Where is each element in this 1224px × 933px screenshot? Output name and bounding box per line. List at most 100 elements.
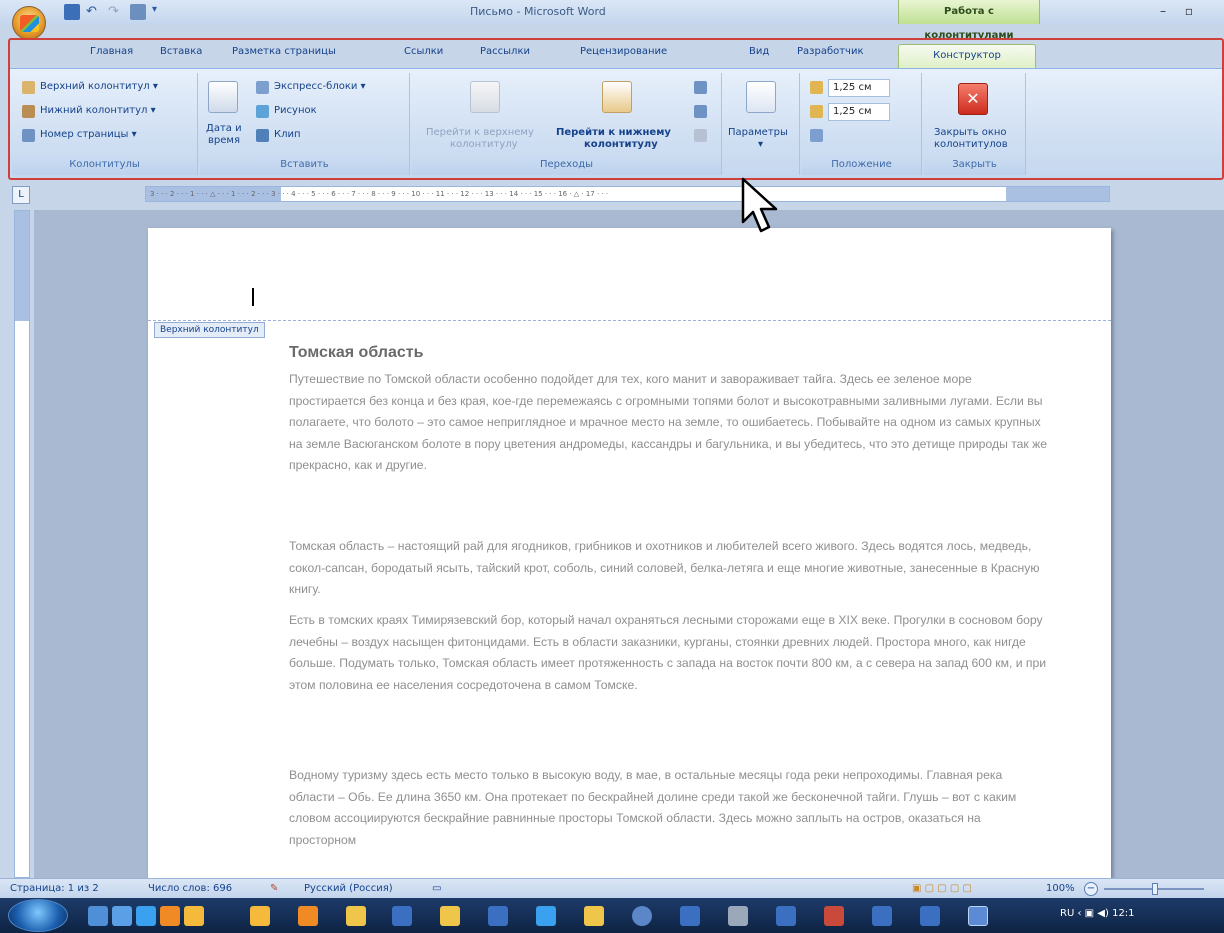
tray-expand-icon[interactable]: ‹: [1077, 908, 1084, 919]
language-indicator[interactable]: Русский (Россия): [304, 883, 393, 894]
tab-view[interactable]: Вид: [749, 46, 769, 57]
vertical-ruler-top-margin: [15, 211, 29, 321]
link-to-previous-icon[interactable]: [694, 129, 707, 142]
date-time-line1[interactable]: Дата и: [206, 123, 242, 134]
language-tray[interactable]: RU: [1060, 908, 1074, 919]
picture-button[interactable]: Рисунок: [274, 105, 317, 116]
close-header-footer-line2[interactable]: колонтитулов: [934, 139, 1008, 150]
tab-design[interactable]: Конструктор: [898, 44, 1036, 68]
text-cursor: [252, 288, 254, 306]
zoom-slider-thumb[interactable]: [1152, 883, 1158, 895]
paragraph-1: Путешествие по Томской области особенно …: [289, 372, 1048, 473]
volume-icon[interactable]: ◀): [1097, 908, 1109, 919]
taskbar-word-6[interactable]: [872, 906, 892, 926]
undo-icon[interactable]: ↶: [86, 4, 102, 20]
taskbar-app-1[interactable]: [250, 906, 270, 926]
context-tab-header-footer-tools: Работа с колонтитулами: [898, 0, 1040, 41]
macro-record-icon[interactable]: ▭: [432, 883, 441, 894]
taskbar-word-7[interactable]: [920, 906, 940, 926]
goto-header-line1[interactable]: Перейти к верхнему: [426, 127, 534, 138]
start-button[interactable]: [8, 899, 68, 932]
header-button[interactable]: Верхний колонтитул ▾: [40, 81, 158, 92]
tab-insert[interactable]: Вставка: [160, 46, 202, 57]
outlook-icon[interactable]: [184, 906, 204, 926]
goto-header-line2[interactable]: колонтитулу: [450, 139, 518, 150]
paragraph-3: Есть в томских краях Тимирязевский бор, …: [289, 613, 1047, 692]
clip-art-button[interactable]: Клип: [274, 129, 301, 140]
redo-icon[interactable]: ↷: [108, 4, 124, 20]
tab-selector-button[interactable]: L: [12, 186, 30, 204]
taskbar-ie[interactable]: [536, 906, 556, 926]
office-button[interactable]: [12, 6, 46, 40]
zoom-level[interactable]: 100%: [1046, 883, 1075, 894]
tab-page-layout[interactable]: Разметка страницы: [232, 46, 336, 57]
tab-references[interactable]: Ссылки: [404, 46, 443, 57]
qat-customize-icon[interactable]: ▾: [152, 4, 168, 20]
footer-icon: [22, 105, 35, 118]
print-icon[interactable]: [130, 4, 146, 20]
close-header-footer-line1[interactable]: Закрыть окно: [934, 127, 1007, 138]
header-from-top-input[interactable]: 1,25 см: [828, 79, 890, 97]
vertical-ruler[interactable]: [14, 210, 30, 878]
ie-icon[interactable]: [136, 906, 156, 926]
paragraph-4: Водному туризму здесь есть место только …: [289, 768, 1017, 847]
view-buttons[interactable]: ▣ ▢ ▢ ▢ ▢: [912, 883, 972, 894]
maximize-button[interactable]: ▫: [1178, 4, 1200, 20]
group-navigation: Перейти к верхнему колонтитулу Перейти к…: [412, 73, 722, 175]
taskbar-app-2[interactable]: [298, 906, 318, 926]
taskbar-app-3[interactable]: [728, 906, 748, 926]
spelling-icon[interactable]: ✎: [270, 883, 278, 894]
page-count[interactable]: Страница: 1 из 2: [10, 883, 99, 894]
word-count[interactable]: Число слов: 696: [148, 883, 232, 894]
system-tray: RU ‹ ▣ ◀) 12:1: [1060, 908, 1135, 919]
minimize-button[interactable]: –: [1152, 4, 1174, 20]
header-label: Верхний колонтитул: [154, 322, 265, 338]
taskbar-word-4[interactable]: [776, 906, 796, 926]
taskbar-word-2[interactable]: [488, 906, 508, 926]
previous-section-icon[interactable]: [694, 81, 707, 94]
title-bar: ↶ ↷ ▾ Письмо - Microsoft Word Работа с к…: [0, 0, 1224, 41]
media-icon[interactable]: [160, 906, 180, 926]
next-section-icon[interactable]: [694, 105, 707, 118]
tab-mailings[interactable]: Рассылки: [480, 46, 530, 57]
insert-alignment-tab-icon[interactable]: [810, 129, 823, 142]
horizontal-ruler[interactable]: 3 · · · 2 · · · 1 · · · △ · · · 1 · · · …: [145, 186, 1110, 202]
paragraph-2: Томская область – настоящий рай для ягод…: [289, 539, 1040, 597]
taskbar-word-active[interactable]: [968, 906, 988, 926]
page-number-button[interactable]: Номер страницы ▾: [40, 129, 137, 140]
tab-home[interactable]: Главная: [90, 46, 133, 57]
footer-from-bottom-input[interactable]: 1,25 см: [828, 103, 890, 121]
goto-footer-line1[interactable]: Перейти к нижнему: [556, 127, 671, 138]
ruler-ticks: 3 · · · 2 · · · 1 · · · △ · · · 1 · · · …: [150, 190, 609, 198]
office-logo-icon: [20, 15, 39, 32]
show-desktop-icon[interactable]: [88, 906, 108, 926]
footer-button[interactable]: Нижний колонтитул ▾: [40, 105, 156, 116]
tab-review[interactable]: Рецензирование: [580, 46, 667, 57]
save-icon[interactable]: [64, 4, 80, 20]
quick-parts-button[interactable]: Экспресс-блоки ▾: [274, 81, 366, 92]
clock[interactable]: 12:1: [1112, 908, 1134, 919]
taskbar-folder-2[interactable]: [440, 906, 460, 926]
group-position: 1,25 см 1,25 см Положение: [802, 73, 922, 175]
tab-developer[interactable]: Разработчик: [797, 46, 864, 57]
options-icon: [746, 81, 776, 113]
options-arrow-icon[interactable]: ▾: [758, 139, 763, 150]
date-time-icon: [208, 81, 238, 113]
taskbar-help[interactable]: [632, 906, 652, 926]
taskbar-word-3[interactable]: [680, 906, 700, 926]
date-time-line2[interactable]: время: [208, 135, 240, 146]
network-icon[interactable]: ▣: [1085, 908, 1094, 919]
document-workspace: Верхний колонтитул Томская область Путеш…: [34, 210, 1224, 878]
taskbar-word-1[interactable]: [392, 906, 412, 926]
options-button[interactable]: Параметры: [728, 127, 788, 138]
clip-art-icon: [256, 129, 269, 142]
goto-footer-line2[interactable]: колонтитулу: [584, 139, 658, 150]
taskbar-folder-1[interactable]: [346, 906, 366, 926]
taskbar-word-5[interactable]: [824, 906, 844, 926]
taskbar-folder-3[interactable]: [584, 906, 604, 926]
zoom-out-button[interactable]: −: [1084, 882, 1098, 896]
mouse-pointer-icon: [741, 177, 778, 233]
header-icon: [22, 81, 35, 94]
group-title-position: Положение: [802, 159, 921, 175]
explorer-icon[interactable]: [112, 906, 132, 926]
